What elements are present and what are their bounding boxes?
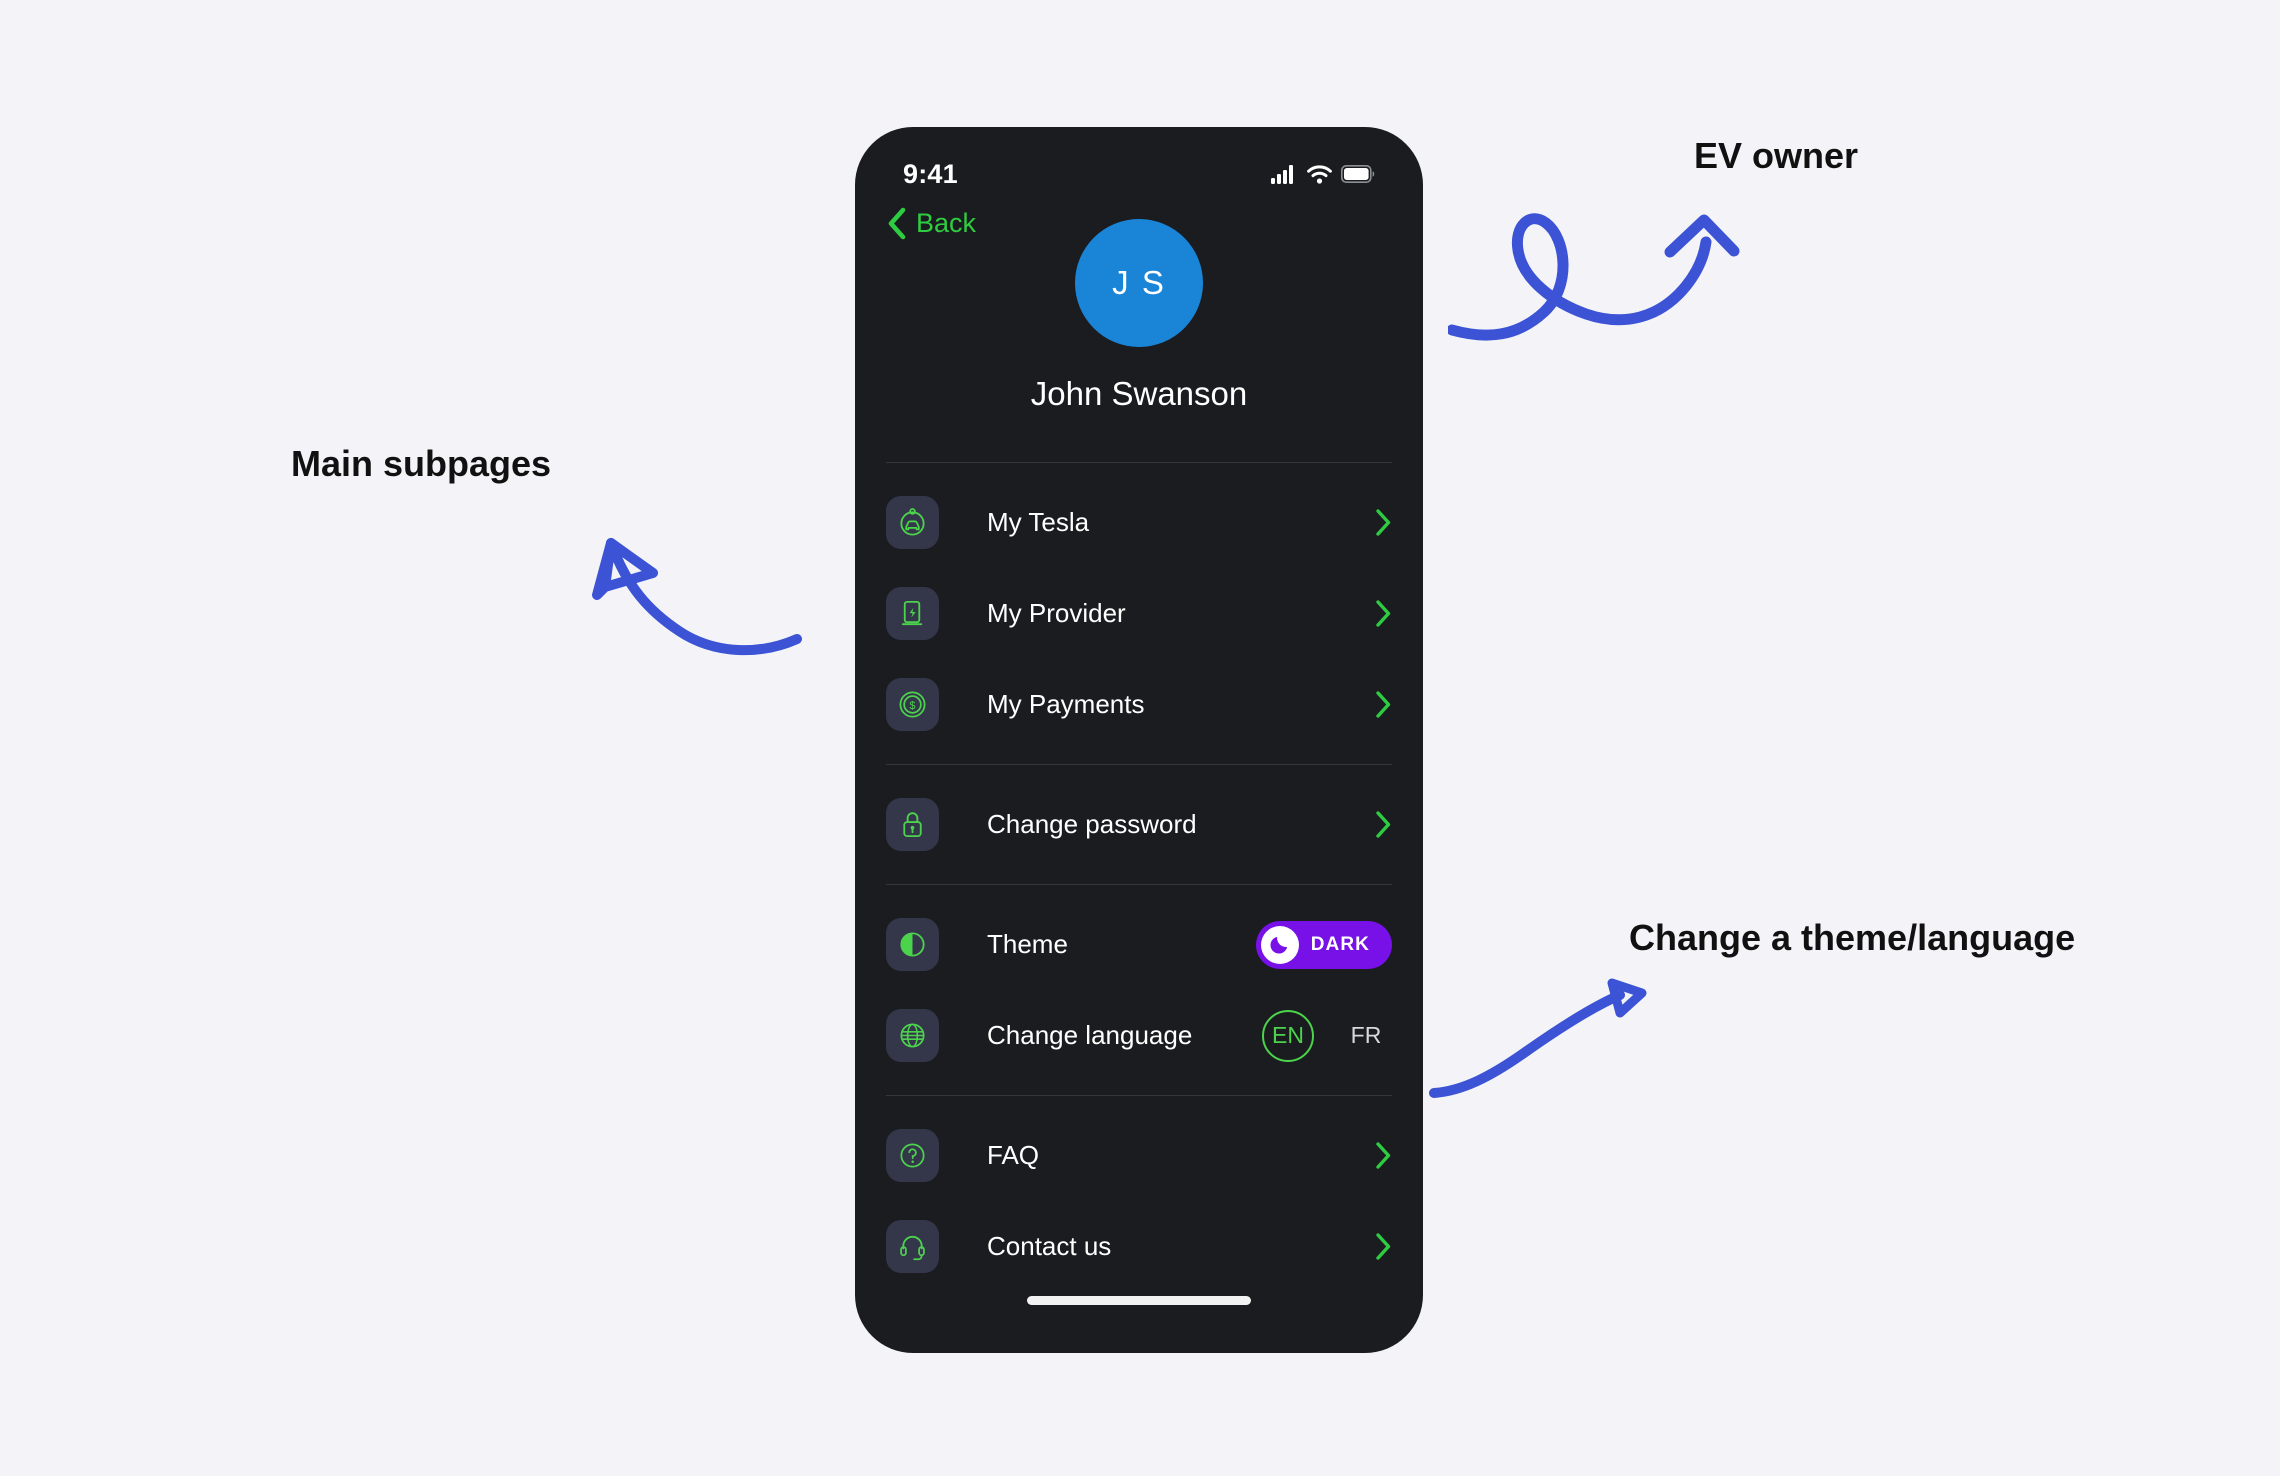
menu-group-security: Change password [886,765,1392,884]
menu-item-label: My Tesla [987,507,1090,537]
menu-item-label: Change password [987,809,1197,839]
menu-item-label: My Payments [987,689,1145,719]
phone-mockup: 9:41 Back J S John Swanson My Tesla My P… [855,127,1423,1353]
question-circle-icon [886,1129,939,1182]
wifi-icon [1307,164,1332,184]
chevron-right-icon[interactable] [1375,508,1392,537]
avatar[interactable]: J S [1075,219,1203,347]
battery-icon [1341,165,1375,183]
status-icons [1271,164,1375,184]
language-option-en[interactable]: EN [1262,1009,1314,1062]
menu-item-my-provider[interactable]: My Provider [886,568,1392,659]
menu-item-label: Contact us [987,1231,1112,1261]
annotation-ev-owner: EV owner [1694,135,1859,176]
home-indicator [1027,1296,1251,1305]
menu-item-change-password[interactable]: Change password [886,779,1392,870]
chevron-right-icon[interactable] [1375,599,1392,628]
theme-value: DARK [1310,933,1370,955]
menu-group-main: My Tesla My Provider $ My Payments [886,463,1392,764]
avatar-initials: J S [1112,264,1166,301]
menu-item-contact-us[interactable]: Contact us [886,1201,1392,1292]
menu-item-label: Theme [987,929,1068,959]
chevron-right-icon[interactable] [1375,1232,1392,1261]
cellular-signal-icon [1271,164,1293,184]
menu-item-label: FAQ [987,1140,1040,1170]
menu-item-my-tesla[interactable]: My Tesla [886,477,1392,568]
settings-menu: My Tesla My Provider $ My Payments Chang… [855,462,1423,1306]
chevron-right-icon[interactable] [1375,810,1392,839]
annotation-theme-language: Change a theme/language [1629,917,2076,958]
language-switch: EN FR [1262,1009,1392,1062]
language-option-fr[interactable]: FR [1340,1010,1392,1062]
dollar-coin-icon: $ [886,678,939,731]
globe-icon [886,1009,939,1062]
svg-text:$: $ [910,700,916,712]
theme-toggle[interactable]: DARK [1255,920,1392,969]
page-title: John Swanson [1030,375,1248,412]
menu-item-my-payments[interactable]: $ My Payments [886,659,1392,750]
menu-item-label: Change language [987,1020,1193,1050]
car-circle-icon [886,496,939,549]
profile-header: J S John Swanson [855,219,1423,413]
contrast-circle-icon [886,918,939,971]
annotation-main-subpages: Main subpages [291,443,552,484]
headset-icon [886,1220,939,1273]
menu-item-faq[interactable]: FAQ [886,1110,1392,1201]
menu-item-label: My Provider [987,598,1126,628]
lock-icon [886,798,939,851]
curved-arrow-up-right-icon [1429,978,1647,1098]
status-bar: 9:41 [855,127,1423,201]
menu-item-theme[interactable]: Theme DARK [886,899,1392,990]
menu-group-support: FAQ Contact us [886,1096,1392,1306]
menu-group-appearance: Theme DARK Change language EN FR [886,885,1392,1095]
menu-item-change-language[interactable]: Change language EN FR [886,990,1392,1081]
loop-arrow-up-right-icon [1448,213,1740,341]
chevron-right-icon[interactable] [1375,1141,1392,1170]
status-time: 9:41 [903,158,958,189]
chevron-right-icon[interactable] [1375,690,1392,719]
curved-arrow-up-left-icon [592,538,802,656]
charging-station-icon [886,587,939,640]
moon-icon [1260,925,1299,964]
